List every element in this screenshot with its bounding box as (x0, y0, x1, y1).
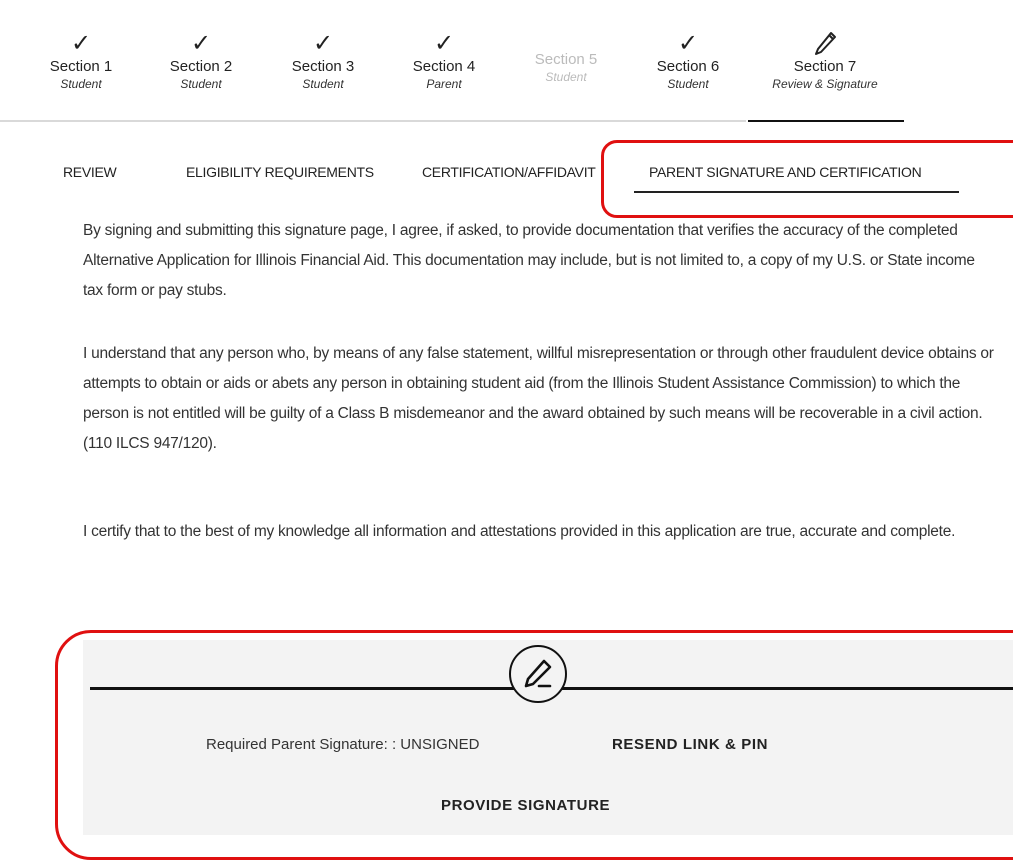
step-title: Section 6 (656, 58, 720, 75)
step-section-3[interactable]: ✓ Section 3 Student (287, 0, 359, 92)
step-title: Section 5 (534, 51, 598, 68)
stepper-track (0, 120, 746, 122)
step-subtitle: Student (545, 70, 587, 84)
step-title: Section 7 (793, 58, 857, 75)
checkmark-icon: ✓ (677, 30, 699, 57)
penalty-paragraph: I understand that any person who, by mea… (83, 345, 994, 452)
step-subtitle: Review & Signature (772, 77, 878, 91)
tab-certification-affidavit[interactable]: CERTIFICATION/AFFIDAVIT (422, 164, 596, 180)
step-section-2[interactable]: ✓ Section 2 Student (165, 0, 237, 92)
step-section-5: Section 5 Student (530, 0, 602, 85)
stepper-active-indicator (748, 120, 904, 122)
certification-paragraph: I certify that to the best of my knowled… (83, 523, 956, 540)
step-subtitle: Student (302, 77, 344, 91)
step-title: Section 2 (169, 58, 233, 75)
tab-eligibility-requirements[interactable]: ELIGIBILITY REQUIREMENTS (186, 164, 374, 180)
highlight-box-tab (601, 140, 1013, 218)
step-section-6[interactable]: ✓ Section 6 Student (652, 0, 724, 92)
checkmark-icon: ✓ (433, 30, 455, 57)
section-stepper: ✓ Section 1 Student ✓ Section 2 Student … (0, 0, 1013, 125)
step-title: Section 3 (291, 58, 355, 75)
step-section-1[interactable]: ✓ Section 1 Student (45, 0, 117, 92)
step-section-4[interactable]: ✓ Section 4 Parent (408, 0, 480, 92)
highlight-box-signature (55, 630, 1013, 860)
step-subtitle: Student (667, 77, 709, 91)
step-subtitle: Student (60, 77, 102, 91)
checkmark-icon: ✓ (312, 30, 334, 57)
step-section-7[interactable]: Section 7 Review & Signature (760, 0, 890, 92)
step-title: Section 1 (49, 58, 113, 75)
tab-review[interactable]: REVIEW (63, 164, 117, 180)
checkmark-icon: ✓ (190, 30, 212, 57)
step-subtitle: Student (180, 77, 222, 91)
step-subtitle: Parent (426, 77, 462, 91)
step-title: Section 4 (412, 58, 476, 75)
pencil-icon (815, 32, 836, 55)
checkmark-icon: ✓ (70, 30, 92, 57)
